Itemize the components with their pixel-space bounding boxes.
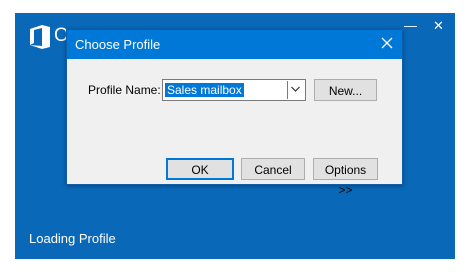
loading-status: Loading Profile [29, 231, 116, 246]
dropdown-button[interactable] [287, 81, 304, 99]
close-icon[interactable] [380, 36, 394, 50]
profile-name-combobox[interactable]: Sales mailbox [162, 79, 306, 101]
ok-button[interactable]: OK [166, 158, 234, 180]
dialog-titlebar[interactable]: Choose Profile [67, 30, 402, 59]
office-logo-icon [30, 25, 50, 49]
dialog-title: Choose Profile [75, 37, 161, 52]
close-icon[interactable]: ✕ [433, 19, 444, 33]
options-button[interactable]: Options >> [313, 158, 378, 197]
minimize-icon[interactable]: — [404, 19, 417, 33]
profile-name-value[interactable]: Sales mailbox [165, 83, 244, 97]
chevron-down-icon [291, 86, 300, 92]
profile-name-label: Profile Name: [88, 83, 161, 97]
choose-profile-dialog: Choose Profile Profile Name: Sales mailb… [66, 29, 403, 197]
new-profile-button[interactable]: New... [314, 79, 377, 101]
cancel-button[interactable]: Cancel [241, 158, 305, 180]
